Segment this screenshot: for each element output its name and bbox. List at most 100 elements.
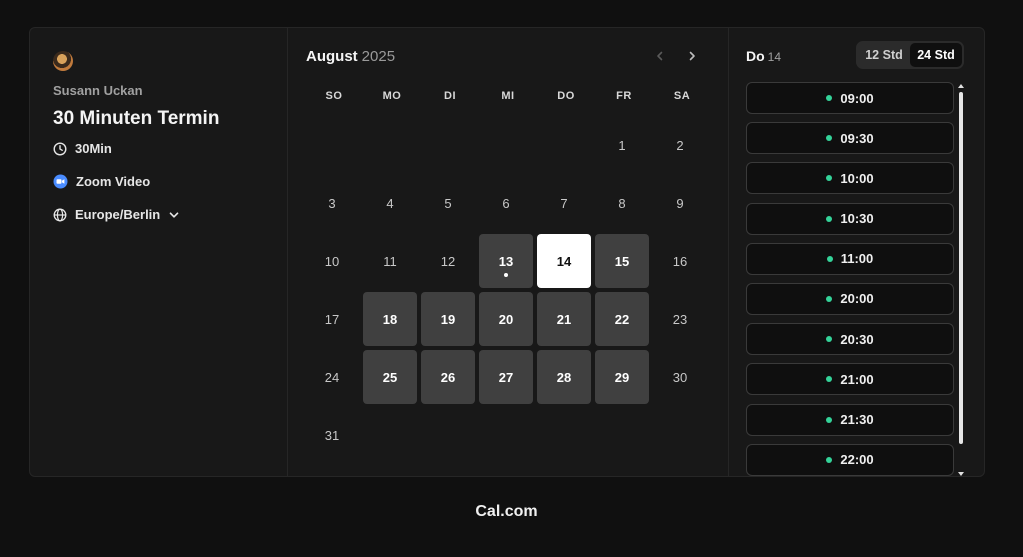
day-number: 20	[498, 311, 514, 327]
day-button[interactable]: 15	[595, 234, 649, 288]
next-month-button[interactable]	[680, 46, 704, 70]
day-number: 31	[324, 427, 340, 443]
day-number: 24	[324, 369, 340, 385]
day-number: 19	[440, 311, 456, 327]
duration-row: 30Min	[53, 141, 112, 156]
empty-day-cell	[363, 118, 417, 172]
time-slots-panel: Do 14 12 Std 24 Std 09:00 09:30 10:00 10:30 11…	[729, 28, 984, 476]
weekday-label: DI	[444, 90, 456, 102]
day-button[interactable]: 26	[421, 350, 475, 404]
cal-com-logo[interactable]: Cal.com	[0, 503, 1013, 521]
day-button: 30	[653, 350, 707, 404]
chevron-down-icon	[168, 209, 180, 221]
time-slot-label: 11:00	[840, 251, 874, 267]
day-number: 16	[672, 253, 688, 269]
time-slot-button[interactable]: 10:00	[746, 162, 954, 195]
selected-date: Do 14	[746, 48, 781, 64]
day-number: 6	[502, 195, 510, 211]
day-button: 10	[305, 234, 359, 288]
time-slot-label: 22:00	[840, 452, 874, 468]
empty-day-cell	[479, 118, 533, 172]
day-button[interactable]: 29	[595, 350, 649, 404]
slot-list-scrollbar[interactable]	[958, 84, 964, 476]
time-slot-button[interactable]: 22:00	[746, 443, 954, 476]
scroll-thumb[interactable]	[959, 92, 963, 444]
day-button[interactable]: 20	[479, 292, 533, 346]
weekday-label: SO	[325, 90, 343, 102]
day-button[interactable]: 13	[479, 234, 533, 288]
day-button[interactable]: 28	[537, 350, 591, 404]
day-number: 14	[556, 253, 572, 269]
empty-day-cell	[421, 118, 475, 172]
weekday-label: SA	[673, 90, 691, 102]
empty-day-cell	[537, 118, 591, 172]
selected-day-number: 14	[767, 50, 782, 64]
day-number: 29	[614, 369, 630, 385]
scroll-down-arrow[interactable]	[958, 472, 964, 476]
day-button[interactable]: 27	[479, 350, 533, 404]
event-info-panel: Susann Uckan 30 Minuten Termin 30Min Zoo…	[30, 28, 288, 476]
time-slot-button[interactable]: 20:30	[746, 323, 954, 356]
time-slot-label: 10:00	[840, 170, 874, 186]
availability-dot	[826, 135, 833, 142]
month-title: August 2025	[306, 48, 395, 65]
availability-dot	[826, 416, 833, 423]
day-number: 8	[618, 195, 626, 211]
day-grid: 1 2 3 4 5 6 7 8 9 10 11 12 13 14 15 16 17 18 19 20 21 22 23 24 2…	[305, 118, 707, 462]
selected-day-button[interactable]: 14	[537, 234, 591, 288]
time-slot-button[interactable]: 20:00	[746, 282, 954, 315]
event-title: 30 Minuten Termin	[53, 108, 220, 129]
day-button: 4	[363, 176, 417, 230]
time-slot-label: 09:30	[840, 130, 874, 146]
availability-dot	[826, 336, 833, 343]
day-button[interactable]: 18	[363, 292, 417, 346]
day-button[interactable]: 21	[537, 292, 591, 346]
time-slot-button[interactable]: 21:30	[746, 403, 954, 436]
day-button: 8	[595, 176, 649, 230]
time-slot-button[interactable]: 10:30	[746, 202, 954, 235]
day-number: 11	[383, 253, 397, 269]
today-indicator-dot	[504, 273, 508, 277]
day-button: 5	[421, 176, 475, 230]
time-slot-label: 10:30	[840, 211, 874, 227]
day-button: 16	[653, 234, 707, 288]
day-button: 31	[305, 408, 359, 462]
time-format-option[interactable]: 12 Std	[858, 43, 910, 67]
day-number: 15	[614, 253, 630, 269]
calendar-panel: August 2025 SO MO DI MI DO FR SA 1 2 3 4 5 6 7 8 9 10 11 1…	[288, 28, 729, 476]
weekday-label: DO	[557, 90, 575, 102]
time-format-toggle: 12 Std 24 Std	[856, 41, 964, 69]
day-number: 27	[498, 369, 514, 385]
time-slot-button[interactable]: 09:00	[746, 82, 954, 114]
previous-month-button[interactable]	[648, 46, 672, 70]
day-number: 9	[676, 195, 684, 211]
day-number: 5	[444, 195, 452, 211]
day-button[interactable]: 25	[363, 350, 417, 404]
day-number: 18	[382, 311, 398, 327]
day-number: 28	[556, 369, 572, 385]
day-button[interactable]: 19	[421, 292, 475, 346]
time-slot-label: 21:30	[840, 412, 874, 427]
day-button[interactable]: 22	[595, 292, 649, 346]
availability-dot	[826, 95, 833, 101]
location-row: Zoom Video	[53, 174, 150, 189]
day-button: 1	[595, 118, 649, 172]
availability-dot	[826, 175, 833, 182]
time-slot-button[interactable]: 21:00	[746, 363, 954, 396]
availability-dot	[826, 215, 833, 222]
day-number: 30	[672, 369, 688, 385]
time-slot-button[interactable]: 11:00	[746, 242, 954, 275]
time-format-option[interactable]: 24 Std	[910, 43, 962, 67]
location-label: Zoom Video	[76, 174, 151, 189]
scroll-up-arrow[interactable]	[958, 84, 964, 88]
host-avatar	[53, 51, 73, 71]
day-number: 17	[324, 311, 340, 327]
day-number: 13	[498, 253, 514, 269]
time-slot-label: 20:00	[840, 291, 874, 307]
timezone-selector[interactable]: Europe/Berlin	[53, 207, 180, 222]
time-slot-label: 09:00	[840, 90, 874, 106]
time-slot-button[interactable]: 09:30	[746, 122, 954, 155]
weekday-label: MI	[501, 90, 515, 102]
day-number: 21	[556, 311, 572, 327]
day-button: 17	[305, 292, 359, 346]
